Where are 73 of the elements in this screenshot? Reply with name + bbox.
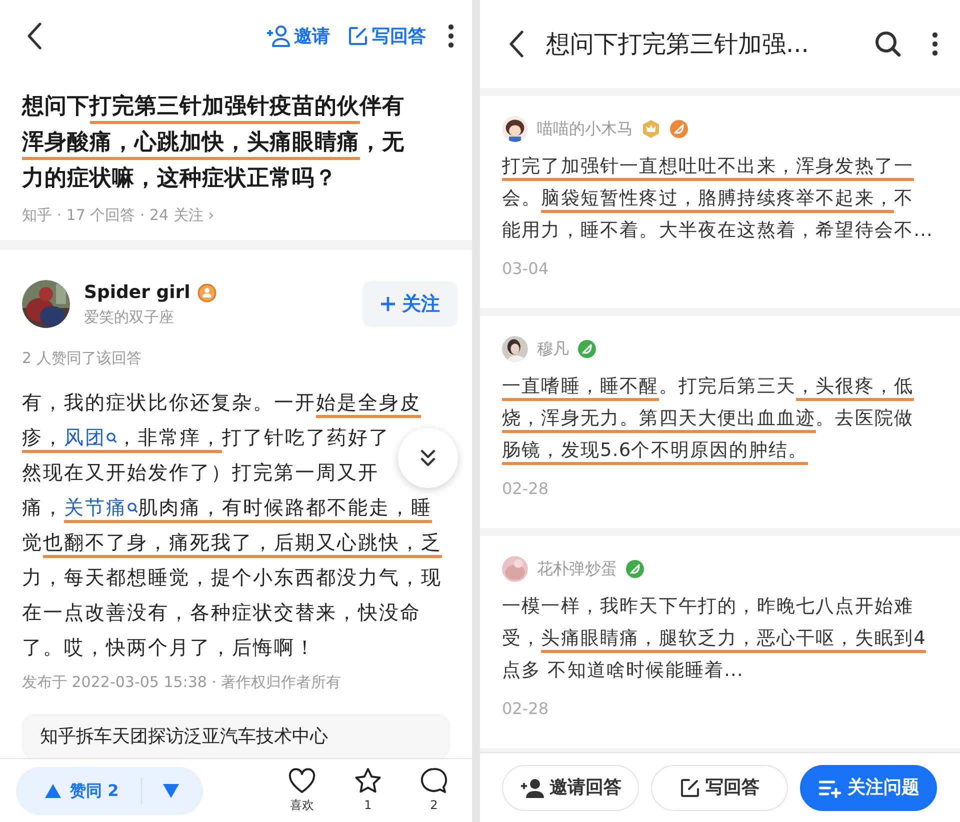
- search-icon: [127, 502, 138, 514]
- comment-text-line: 点多 不知道啥时候能睡着...: [502, 659, 744, 683]
- double-chevron-icon: [420, 449, 436, 467]
- comment-text-line: 受，头痛眼睛痛，腿软乏力，恶心干呕，失眠到4: [502, 623, 926, 655]
- more-button[interactable]: [932, 32, 938, 56]
- invite-answer-button[interactable]: 邀请回答: [502, 764, 639, 810]
- comment-text-line: 一直嗜睡，睡不醒。打完后第三天，头很疼，低: [502, 371, 914, 403]
- answer-text-line: 在一点改善没有，各种症状交替来，快没命: [22, 600, 421, 626]
- question-meta-link[interactable]: 知乎 · 17 个回答 · 24 关注 ›: [22, 204, 214, 226]
- comment-icon: [420, 767, 448, 794]
- favorite-button[interactable]: 1: [346, 767, 390, 814]
- question-title-line: 力的症状嘛，这种症状正常吗？: [22, 165, 337, 193]
- write-answer-button[interactable]: 写回答: [348, 22, 426, 50]
- keyword-link[interactable]: 风团: [64, 426, 117, 453]
- answer-text-line: 疹，风团 ，非常痒，打了针吃了药好了: [22, 420, 390, 454]
- expand-button[interactable]: [398, 428, 458, 488]
- question-title-line: 想问下打完第三针加强针疫苗的伙伴有: [22, 89, 404, 125]
- invite-button[interactable]: 邀请: [266, 22, 330, 50]
- comment-date: 02-28: [502, 478, 550, 500]
- more-icon: [932, 32, 938, 56]
- round-badge-icon: [577, 339, 597, 359]
- commenter-name[interactable]: 喵喵的小木马: [537, 117, 633, 141]
- edit-icon: [348, 26, 368, 46]
- star-icon: [354, 767, 382, 794]
- commenter-name[interactable]: 穆凡: [537, 337, 569, 361]
- comment-text-line: 能用力，睡不着。大半夜在这熬着，希望待会不...: [502, 219, 934, 243]
- follow-button[interactable]: 关注: [362, 280, 458, 327]
- related-card[interactable]: 知乎拆车天团探访泛亚汽车技术中心: [22, 714, 450, 758]
- hexagon-badge-icon: [641, 119, 661, 139]
- back-button[interactable]: [26, 22, 42, 50]
- like-button[interactable]: 喜欢: [280, 768, 324, 814]
- answer-text-line: 了。哎，快两个月了，后悔啊！: [22, 634, 316, 660]
- more-icon: [448, 24, 454, 48]
- up-triangle-icon: [44, 782, 62, 798]
- answer-text-line: 有，我的症状比你还复杂。一开始是全身皮: [22, 384, 421, 420]
- heart-icon: [288, 768, 316, 794]
- upvote-button[interactable]: 赞同 2: [16, 778, 119, 802]
- add-person-icon: [520, 778, 544, 798]
- comment-text-line: 肠镜，发现5.6个不明原因的肿结。: [502, 435, 808, 467]
- search-icon: [106, 432, 117, 444]
- badge-icon: [197, 282, 218, 302]
- edit-icon: [680, 778, 700, 798]
- comment-date: 03-04: [502, 258, 550, 280]
- back-icon: [508, 30, 524, 58]
- author-bio: 爱笑的双子座: [84, 307, 174, 328]
- comment-text-line: 打完了加强针一直想吐吐不出来，浑身发热了一: [502, 151, 914, 183]
- back-button[interactable]: [508, 30, 524, 58]
- search-icon: [874, 30, 902, 58]
- plus-icon: [380, 296, 396, 312]
- round-badge-icon: [625, 559, 645, 579]
- page-title: 想问下打完第三针加强...: [546, 29, 810, 60]
- upvote-summary: 2 人赞同了该回答: [22, 348, 142, 368]
- answer-text-line: 然现在又开始发作了）打完第一周又开: [22, 460, 379, 486]
- round-badge-icon: [669, 119, 689, 139]
- question-title-line: 浑身酸痛，心跳加快，头痛眼睛痛，无: [22, 125, 404, 161]
- down-triangle-icon: [162, 782, 180, 798]
- answer-text-line: 痛，关节痛 肌肉痛，有时候路都不能走，睡: [22, 490, 432, 524]
- answer-text-line: 力，每天都想睡觉，提个小东西都没力气，现: [22, 564, 442, 590]
- comment-button[interactable]: 2: [412, 767, 456, 814]
- comment-text-line: 会。脑袋短暂性疼过，胳膊持续疼举不起来，不: [502, 183, 914, 215]
- back-icon: [26, 22, 42, 50]
- publish-info: 发布于 2022-03-05 15:38 · 著作权归作者所有: [22, 672, 342, 692]
- comment-text-line: 烧，浑身无力。第四天大便出血血迹。去医院做: [502, 403, 914, 435]
- author-name: Spider girl: [84, 281, 190, 305]
- search-button[interactable]: [874, 30, 902, 58]
- follow-question-button[interactable]: 关注问题: [800, 764, 937, 810]
- commenter-name[interactable]: 花朴弹炒蛋: [537, 557, 617, 581]
- write-answer-button[interactable]: 写回答: [651, 764, 788, 810]
- add-person-icon: [266, 25, 290, 47]
- answer-text-line: 觉也翻不了身，痛死我了，后期又心跳快，乏: [22, 524, 442, 560]
- comment-date: 02-28: [502, 698, 550, 720]
- keyword-link[interactable]: 关节痛: [64, 496, 138, 523]
- comment-text-line: 一模一样，我昨天下午打的，昨晚七八点开始难: [502, 595, 914, 619]
